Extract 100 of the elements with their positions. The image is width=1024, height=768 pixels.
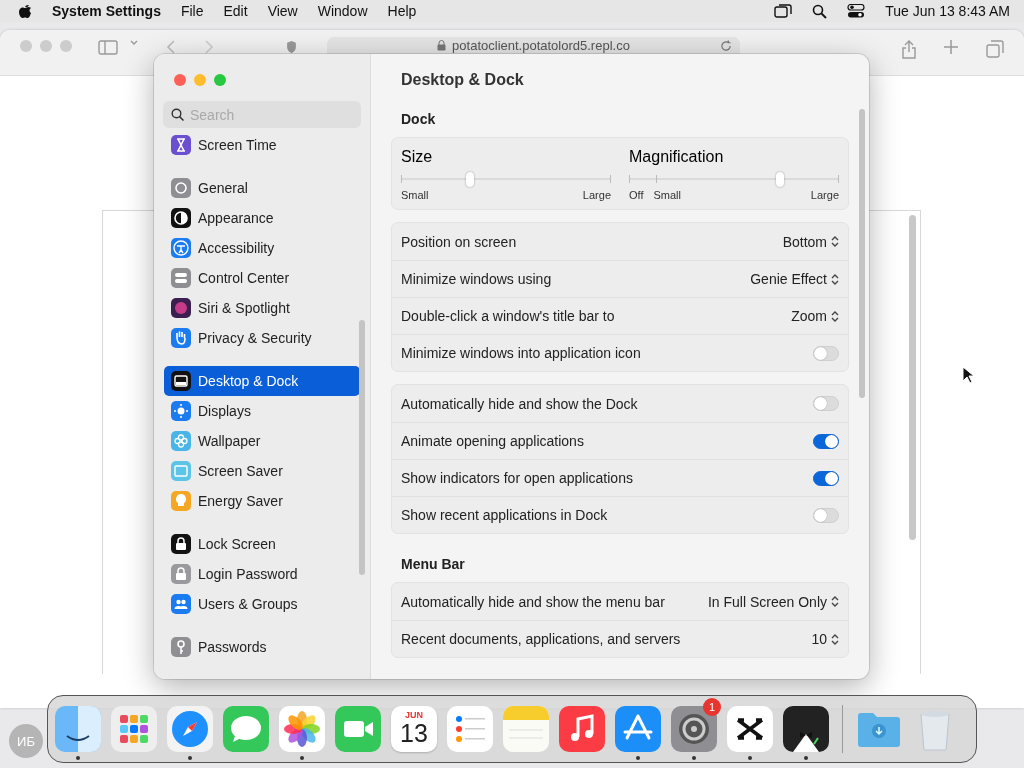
video-camera-icon[interactable] (335, 706, 381, 752)
url-text: potatoclient.potatolord5.repl.co (452, 38, 630, 53)
grid-icon[interactable] (111, 706, 157, 752)
minimize-button[interactable] (194, 74, 206, 86)
sidebar-icon[interactable] (98, 40, 118, 55)
windows-icon[interactable] (774, 4, 793, 18)
notification-badge: 1 (703, 698, 721, 716)
lock-icon (171, 534, 191, 554)
key-icon (171, 637, 191, 657)
popup-button[interactable]: 10 (811, 631, 839, 647)
hand-icon (171, 328, 191, 348)
popup-button[interactable]: Zoom (791, 308, 839, 324)
switches-icon (171, 268, 191, 288)
share-icon[interactable] (902, 40, 916, 59)
music-note-icon[interactable] (559, 706, 605, 752)
two-tone-square-icon[interactable] (55, 706, 101, 752)
reload-icon[interactable] (720, 40, 732, 52)
apple-logo-icon[interactable] (18, 3, 32, 19)
window-controls-icon (20, 40, 72, 52)
chevron-down-icon[interactable] (130, 40, 138, 46)
toggle-switch[interactable] (813, 433, 839, 449)
zoom-button[interactable] (214, 74, 226, 86)
app-menu[interactable]: System Settings (52, 3, 161, 19)
popup-button[interactable]: Genie Effect (750, 271, 839, 287)
sidebar-item[interactable]: General (164, 173, 360, 203)
sidebar-item[interactable]: Desktop & Dock (164, 366, 360, 396)
menu-item[interactable]: Window (317, 3, 368, 19)
bulb-icon (171, 491, 191, 511)
sidebar-item[interactable]: Wallpaper (164, 426, 360, 456)
sidebar-item[interactable]: Users & Groups (164, 589, 360, 619)
forward-icon[interactable] (204, 40, 214, 54)
slider-tick-label: Small (653, 189, 681, 201)
up-down-chevron-icon (831, 235, 839, 248)
menu-item[interactable]: Help (387, 3, 417, 19)
notepad-icon[interactable] (503, 706, 549, 752)
running-indicator (76, 756, 80, 760)
list-icon[interactable] (447, 706, 493, 752)
sidebar-item[interactable]: Login Password (164, 559, 360, 589)
slider-thumb[interactable] (466, 172, 475, 187)
shield-icon[interactable] (286, 40, 297, 54)
scrollbar[interactable] (359, 320, 365, 575)
search-icon[interactable] (812, 3, 828, 19)
setting-label: Animate opening applications (401, 433, 585, 449)
flower-icon[interactable] (279, 706, 325, 752)
lock-icon (437, 40, 447, 51)
sidebar-item[interactable]: Displays (164, 396, 360, 426)
menu-clock[interactable]: Tue Jun 13 8:43 AM (885, 3, 1010, 19)
slider-track[interactable] (401, 172, 611, 186)
gear-icon (171, 178, 191, 198)
running-indicator (692, 756, 696, 760)
scrollbar[interactable] (909, 215, 916, 540)
slider-tick-label: Small (401, 189, 429, 201)
pointer-icon (962, 366, 974, 384)
users-icon (171, 594, 191, 614)
section-heading: Dock (400, 110, 437, 129)
menu-item[interactable]: View (267, 3, 298, 19)
sidebar-item[interactable]: Privacy & Security (164, 323, 360, 353)
sidebar-item[interactable]: Accessibility (164, 233, 360, 263)
sidebar-item[interactable]: Appearance (164, 203, 360, 233)
up-down-chevron-icon (831, 309, 839, 323)
section-heading: Menu Bar (400, 555, 466, 574)
sidebar-item[interactable]: Passwords (164, 632, 360, 662)
menu-item[interactable]: Edit (223, 3, 248, 19)
speech-bubble-icon[interactable] (223, 706, 269, 752)
compass-icon[interactable] (167, 706, 213, 752)
a-shape-icon[interactable] (615, 706, 661, 752)
sidebar-item[interactable]: Screen Saver (164, 456, 360, 486)
window-title: Desktop & Dock (400, 70, 525, 90)
calendar-icon[interactable]: JUN 13 (391, 706, 437, 752)
slider-thumb[interactable] (776, 172, 785, 187)
close-button[interactable] (174, 74, 186, 86)
sidebar-item[interactable]: Siri & Spotlight (164, 293, 360, 323)
orb-icon (171, 298, 191, 318)
plus-icon[interactable] (944, 40, 958, 54)
setting-label: Double-click a window's title bar to (401, 308, 616, 324)
tabs-icon[interactable] (986, 40, 1004, 58)
running-indicator (188, 756, 192, 760)
sidebar-item[interactable]: Lock Screen (164, 529, 360, 559)
toggle-switch[interactable] (813, 470, 839, 486)
scrollbar[interactable] (859, 109, 865, 398)
popup-button[interactable]: In Full Screen Only (707, 593, 839, 610)
crossed-lines-icon[interactable] (727, 706, 773, 752)
setting-label: Recent documents, applications, and servers (401, 631, 682, 647)
person-icon (171, 238, 191, 258)
address-field[interactable]: potatoclient.potatolord5.repl.co (327, 37, 740, 54)
sidebar-item[interactable]: Energy Saver (164, 486, 360, 516)
sidebar-item[interactable]: Control Center (164, 263, 360, 293)
slider-tick-label: Large (582, 189, 611, 201)
back-icon[interactable] (166, 40, 176, 54)
menu-item[interactable]: File (180, 3, 204, 19)
setting-label: Show indicators for open applications (401, 470, 634, 486)
window-icon (171, 371, 191, 391)
lock-icon (171, 564, 191, 584)
hourglass-icon (171, 135, 191, 155)
popup-button[interactable]: Bottom (782, 233, 839, 250)
calendar-day: 13 (400, 720, 428, 746)
screen-icon (171, 461, 191, 481)
slider-track[interactable] (629, 172, 839, 186)
sidebar-item[interactable]: Screen Time (164, 130, 360, 160)
switches-icon[interactable] (847, 4, 866, 18)
